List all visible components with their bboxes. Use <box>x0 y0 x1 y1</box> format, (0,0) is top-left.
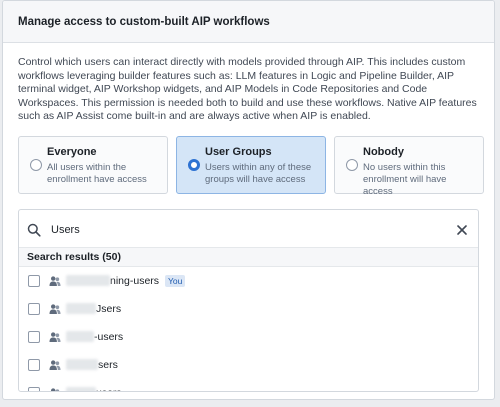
search-input[interactable] <box>51 224 456 237</box>
dialog-description: Control which users can interact directl… <box>18 56 477 123</box>
people-icon <box>49 276 61 286</box>
search-results-header: Search results (50) <box>19 246 478 267</box>
result-checkbox[interactable] <box>28 358 40 371</box>
search-results-count: Search results (50) <box>27 250 121 263</box>
redacted-text <box>66 303 96 315</box>
redacted-text <box>66 387 96 391</box>
result-checkbox[interactable] <box>28 302 40 315</box>
search-row <box>19 217 478 244</box>
option-title: User Groups <box>205 145 272 158</box>
option-everyone[interactable]: Everyone All users within the enrollment… <box>18 135 168 194</box>
dialog-title: Manage access to custom-built AIP workfl… <box>18 15 270 28</box>
list-item[interactable]: users <box>19 379 478 391</box>
option-user-groups[interactable]: User Groups Users within any of these gr… <box>176 135 326 194</box>
list-item[interactable]: Jsers <box>19 295 478 323</box>
option-description: No users within this enrollment will hav… <box>363 161 447 197</box>
result-name: users <box>96 387 122 391</box>
access-options: Everyone All users within the enrollment… <box>18 135 484 197</box>
search-icon <box>27 224 41 238</box>
result-name: ning-users <box>110 274 160 287</box>
redacted-text <box>66 331 94 343</box>
option-title: Everyone <box>47 145 97 158</box>
radio-everyone[interactable] <box>30 158 42 171</box>
result-name: -users <box>94 330 124 343</box>
result-checkbox[interactable] <box>28 386 40 391</box>
list-item[interactable]: -users <box>19 323 478 351</box>
you-tag: You <box>165 274 186 287</box>
result-checkbox[interactable] <box>28 274 40 287</box>
people-icon <box>49 360 61 370</box>
close-icon[interactable] <box>456 224 468 236</box>
manage-access-dialog: Manage access to custom-built AIP workfl… <box>2 0 495 400</box>
people-icon <box>49 304 61 314</box>
dialog-header: Manage access to custom-built AIP workfl… <box>3 1 494 43</box>
group-search-panel: Search results (50) ning-users You <box>18 208 479 392</box>
result-name: sers <box>98 358 118 371</box>
people-icon <box>49 332 61 342</box>
option-description: Users within any of these groups will ha… <box>205 161 312 185</box>
option-nobody[interactable]: Nobody No users within this enrollment w… <box>334 135 484 197</box>
result-checkbox[interactable] <box>28 330 40 343</box>
option-title: Nobody <box>363 145 404 158</box>
option-description: All users within the enrollment have acc… <box>47 161 147 185</box>
result-name: Jsers <box>96 302 122 315</box>
dialog-body: Control which users can interact directl… <box>3 43 494 392</box>
list-item[interactable]: sers <box>19 351 478 379</box>
list-item[interactable]: ning-users You <box>19 267 478 295</box>
radio-nobody[interactable] <box>346 158 358 171</box>
redacted-text <box>66 359 98 371</box>
results-list: ning-users You Jsers -users sers <box>19 267 478 391</box>
redacted-text <box>66 275 110 287</box>
people-icon <box>51 388 60 391</box>
radio-user-groups[interactable] <box>188 158 200 171</box>
